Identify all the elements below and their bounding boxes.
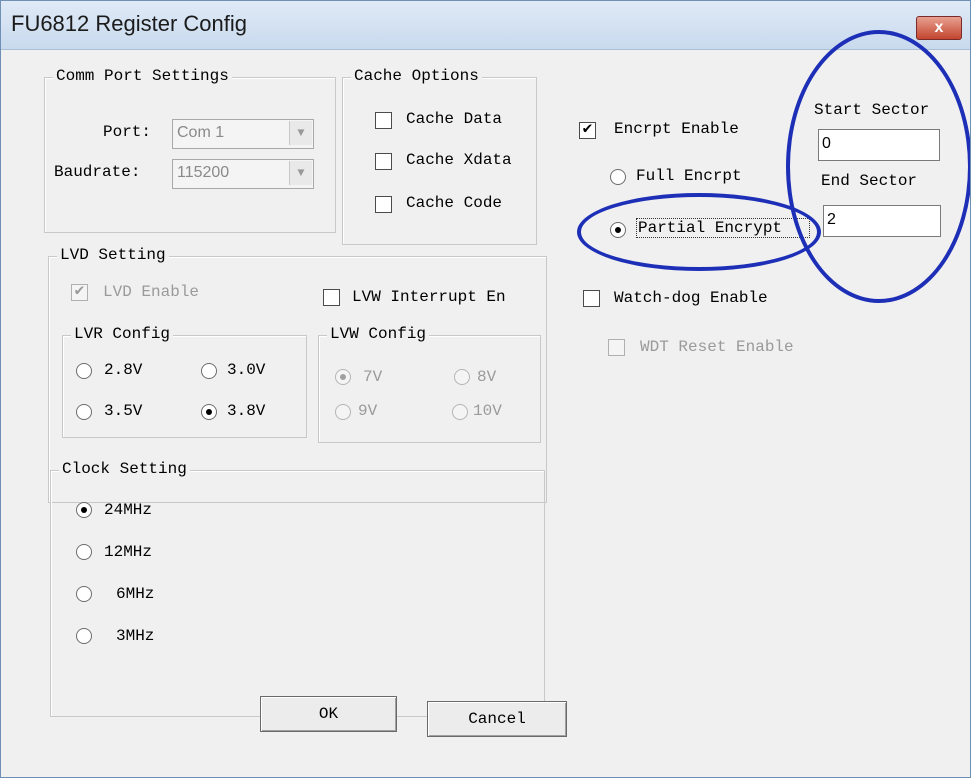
ok-button[interactable]: OK	[260, 696, 397, 732]
lvw-9v-radio[interactable]	[335, 404, 351, 420]
clock-12mhz-label[interactable]: 12MHz	[104, 543, 152, 561]
clock-6mhz-label[interactable]: 6MHz	[116, 585, 154, 603]
cache-code-label[interactable]: Cache Code	[406, 194, 502, 212]
partial-encrypt-annotation-ellipse	[577, 193, 821, 271]
lvw-7v-radio[interactable]	[335, 369, 351, 385]
port-label: Port:	[103, 123, 152, 141]
baudrate-value: 115200	[177, 164, 230, 181]
lvr-3-0v-radio[interactable]	[201, 363, 217, 379]
encrypt-enable-label[interactable]: Encrpt Enable	[614, 120, 739, 138]
lvr-3-5v-label[interactable]: 3.5V	[104, 402, 142, 420]
clock-setting-legend: Clock Setting	[59, 460, 190, 478]
lvd-enable-checkbox[interactable]: ✔	[71, 282, 88, 301]
comm-port-group: Comm Port Settings	[44, 67, 336, 233]
lvw-8v-label: 8V	[477, 368, 497, 386]
lvw-10v-label: 10V	[473, 402, 502, 420]
watchdog-enable-checkbox[interactable]	[583, 290, 600, 307]
chevron-down-icon: ▼	[289, 121, 312, 145]
chevron-down-icon: ▼	[289, 161, 312, 185]
cache-data-checkbox[interactable]	[375, 112, 392, 129]
baudrate-label: Baudrate:	[54, 163, 141, 181]
lvw-config-group: LVW Config	[318, 325, 541, 443]
port-select[interactable]: Com 1 ▼	[172, 119, 314, 149]
lvr-config-legend: LVR Config	[71, 325, 174, 343]
lvw-8v-radio[interactable]	[454, 369, 470, 385]
clock-12mhz-radio[interactable]	[76, 544, 92, 560]
full-encrypt-label[interactable]: Full Encrpt	[636, 167, 742, 185]
clock-6mhz-radio[interactable]	[76, 586, 92, 602]
lvr-3-8v-label[interactable]: 3.8V	[227, 402, 265, 420]
radio-dot-icon	[81, 507, 87, 513]
lvw-interrupt-label[interactable]: LVW Interrupt En	[352, 288, 506, 306]
cache-xdata-label[interactable]: Cache Xdata	[406, 151, 512, 169]
watchdog-enable-label[interactable]: Watch-dog Enable	[614, 289, 768, 307]
sector-annotation-ellipse	[786, 30, 970, 303]
lvr-3-0v-label[interactable]: 3.0V	[227, 361, 265, 379]
baudrate-select[interactable]: 115200 ▼	[172, 159, 314, 189]
check-icon: ✔	[582, 120, 593, 138]
clock-3mhz-label[interactable]: 3MHz	[116, 627, 154, 645]
lvw-9v-label: 9V	[358, 402, 378, 420]
lvw-interrupt-checkbox[interactable]	[323, 289, 340, 306]
lvr-2-8v-radio[interactable]	[76, 363, 92, 379]
wdt-reset-checkbox[interactable]	[608, 339, 625, 356]
cancel-button[interactable]: Cancel	[427, 701, 567, 737]
clock-24mhz-label[interactable]: 24MHz	[104, 501, 152, 519]
lvr-config-group: LVR Config	[62, 325, 307, 438]
lvw-10v-radio[interactable]	[452, 404, 468, 420]
check-icon: ✔	[74, 282, 85, 300]
lvw-config-legend: LVW Config	[327, 325, 430, 343]
register-config-dialog: FU6812 Register Config x Comm Port Setti…	[0, 0, 971, 778]
radio-dot-icon	[340, 374, 346, 380]
lvd-enable-label: LVD Enable	[103, 283, 200, 301]
lvr-3-5v-radio[interactable]	[76, 404, 92, 420]
close-icon: x	[934, 19, 944, 36]
cache-options-legend: Cache Options	[351, 67, 482, 85]
lvr-3-8v-radio[interactable]	[201, 404, 217, 420]
cache-code-checkbox[interactable]	[375, 196, 392, 213]
lvd-setting-legend: LVD Setting	[57, 246, 169, 264]
wdt-reset-label: WDT Reset Enable	[640, 338, 794, 356]
port-value: Com 1	[177, 124, 225, 141]
clock-3mhz-radio[interactable]	[76, 628, 92, 644]
title-bar: FU6812 Register Config x	[1, 1, 970, 50]
cache-data-label[interactable]: Cache Data	[406, 110, 502, 128]
cache-xdata-checkbox[interactable]	[375, 153, 392, 170]
full-encrypt-radio[interactable]	[610, 169, 626, 185]
dialog-client-area: Comm Port Settings Port: Com 1 ▼ Baudrat…	[1, 30, 970, 777]
radio-dot-icon	[206, 409, 212, 415]
lvr-2-8v-label[interactable]: 2.8V	[104, 361, 142, 379]
clock-24mhz-radio[interactable]	[76, 502, 92, 518]
lvw-7v-label: 7V	[363, 368, 383, 386]
close-button[interactable]: x	[916, 16, 962, 40]
window-title: FU6812 Register Config	[11, 11, 248, 36]
comm-port-legend: Comm Port Settings	[53, 67, 232, 85]
encrypt-enable-checkbox[interactable]: ✔	[579, 120, 596, 139]
